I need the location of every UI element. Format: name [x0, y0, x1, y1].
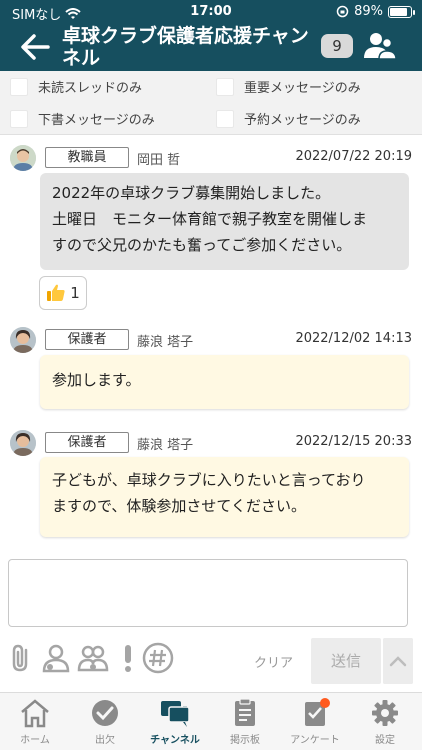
message-timestamp: 2022/12/15 20:33	[295, 434, 412, 449]
attendance-check-icon	[92, 700, 118, 726]
avatar[interactable]	[10, 145, 36, 171]
message-line: 2022年の卓球クラブ募集開始しました。	[52, 184, 331, 202]
nav-label: 掲示板	[230, 735, 260, 746]
settings-gear-icon	[372, 700, 398, 726]
reaction-count: 1	[70, 284, 80, 302]
message-header: 保護者 藤浪 塔子 2022/12/15 20:33	[0, 430, 422, 456]
avatar[interactable]	[10, 430, 36, 456]
nav-settings[interactable]: 設定	[350, 693, 420, 750]
nav-home[interactable]: ホーム	[0, 693, 70, 750]
notification-badge	[320, 698, 330, 708]
bulletin-board-icon	[235, 698, 255, 726]
sender-name: 岡田 哲	[137, 153, 181, 168]
filter-scheduled-messages[interactable]: 予約メッセージのみ	[216, 109, 361, 128]
channel-chat-icon	[161, 701, 190, 727]
bottom-navigation: ホーム 出欠 チャンネル 掲示板 アンケート 設定	[0, 692, 422, 750]
role-badge: 保護者	[45, 329, 129, 350]
message-input[interactable]	[8, 559, 408, 627]
member-count-badge[interactable]: 9	[321, 34, 353, 58]
filter-label: 予約メッセージのみ	[244, 113, 361, 128]
title-bar: 卓球クラブ保護者応援チャンネル 9	[0, 24, 422, 71]
composer-toolbar: クリア 送信	[0, 630, 422, 692]
checkbox[interactable]	[216, 109, 234, 128]
message-header: 教職員 岡田 哲 2022/07/22 20:19	[0, 145, 422, 171]
message-line: 参加します。	[52, 371, 141, 389]
filter-important-messages[interactable]: 重要メッセージのみ	[216, 77, 361, 96]
survey-icon	[305, 698, 330, 726]
nav-label: 設定	[375, 735, 395, 746]
battery-icon	[388, 5, 415, 18]
nav-attendance[interactable]: 出欠	[70, 693, 140, 750]
chevron-up-icon[interactable]	[383, 638, 413, 684]
filter-draft-messages[interactable]: 下書メッセージのみ	[10, 109, 155, 128]
message-header: 保護者 藤浪 塔子 2022/12/02 14:13	[0, 327, 422, 353]
nav-channel[interactable]: チャンネル	[140, 693, 210, 750]
role-badge: 教職員	[45, 147, 129, 168]
message-line: 子どもが、卓球クラブに入りたいと言っており	[52, 471, 366, 489]
message-line: すので父兄のかたも奮ってご参加ください。	[52, 236, 352, 254]
battery-percent: 89%	[354, 4, 383, 19]
nav-label: アンケート	[290, 735, 340, 746]
filter-unread-threads[interactable]: 未読スレッドのみ	[10, 77, 142, 96]
message-bubble[interactable]: 2022年の卓球クラブ募集開始しました。 土曜日 モニター体育館で親子教室を開催…	[40, 173, 409, 270]
checkbox[interactable]	[10, 109, 28, 128]
checkbox[interactable]	[216, 77, 234, 96]
nav-bulletin-board[interactable]: 掲示板	[210, 693, 280, 750]
clear-button[interactable]: クリア	[254, 652, 293, 671]
filter-label: 下書メッセージのみ	[38, 113, 155, 128]
mention-group-icon[interactable]	[77, 642, 109, 674]
nav-survey[interactable]: アンケート	[280, 693, 350, 750]
message-timestamp: 2022/12/02 14:13	[295, 331, 412, 346]
message-bubble[interactable]: 子どもが、卓球クラブに入りたいと言っており ますので、体験参加させてください。	[40, 457, 409, 537]
message-timestamp: 2022/07/22 20:19	[295, 149, 412, 164]
nav-label: チャンネル	[150, 735, 200, 746]
nav-label: 出欠	[95, 735, 115, 746]
rotation-lock-icon	[336, 5, 349, 18]
mention-person-icon[interactable]	[40, 642, 72, 674]
message-bubble[interactable]: 参加します。	[40, 355, 409, 409]
status-bar: SIMなし 17:00 89%	[0, 0, 422, 24]
role-badge: 保護者	[45, 432, 129, 453]
message-line: 土曜日 モニター体育館で親子教室を開催しま	[52, 210, 368, 228]
filter-label: 重要メッセージのみ	[244, 81, 361, 96]
app-header: SIMなし 17:00 89% 卓球クラブ保護者応援チャンネル 9	[0, 0, 422, 71]
filter-panel: 未読スレッドのみ 重要メッセージのみ 下書メッセージのみ 予約メッセージのみ	[0, 71, 422, 135]
hashtag-icon[interactable]	[142, 642, 174, 674]
reaction-button[interactable]: 1	[39, 276, 87, 310]
thumbs-up-icon	[47, 284, 65, 301]
channel-title: 卓球クラブ保護者応援チャンネル	[62, 25, 309, 69]
message-line: ますので、体験参加させてください。	[52, 497, 306, 515]
send-button[interactable]: 送信	[311, 638, 381, 684]
home-icon	[21, 699, 49, 728]
back-arrow-icon[interactable]	[18, 32, 52, 62]
checkbox[interactable]	[10, 77, 28, 96]
nav-label: ホーム	[20, 735, 50, 746]
attachment-icon[interactable]	[6, 642, 38, 674]
avatar[interactable]	[10, 327, 36, 353]
important-icon[interactable]	[112, 642, 144, 674]
members-icon[interactable]	[363, 30, 397, 62]
filter-label: 未読スレッドのみ	[38, 81, 143, 96]
sender-name: 藤浪 塔子	[137, 335, 194, 350]
sender-name: 藤浪 塔子	[137, 438, 194, 453]
